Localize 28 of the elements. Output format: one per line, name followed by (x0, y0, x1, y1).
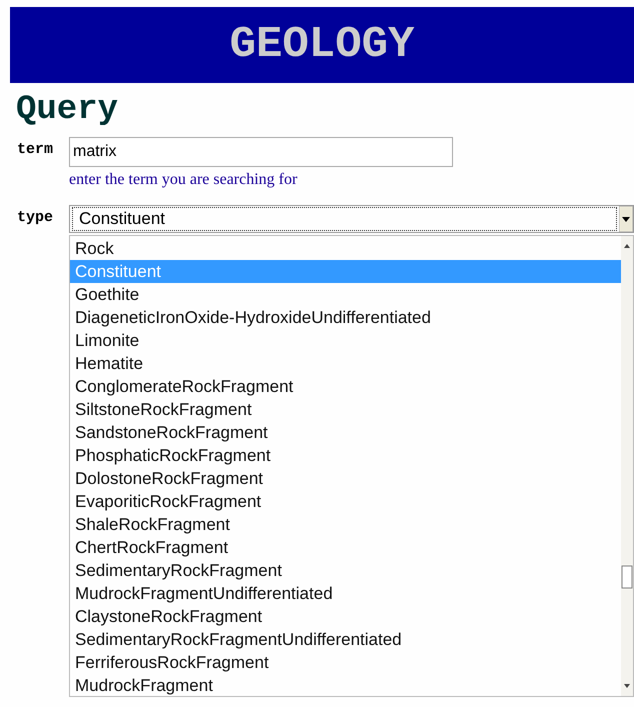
caret-icon (619, 206, 633, 232)
dropdown-option[interactable]: EvaporiticRockFragment (70, 490, 621, 513)
hint-text: enter the term you are searching for (69, 171, 298, 189)
input-field[interactable]: matrix (69, 137, 453, 167)
dropdown-option[interactable]: Limonite (70, 329, 621, 352)
dropdown-option[interactable]: DiageneticIronOxide-HydroxideUndifferentiated (70, 306, 621, 329)
dropdown-option[interactable]: PhosphaticRockFragment (70, 444, 621, 467)
field-label: term (16, 141, 54, 160)
dropdown-option[interactable]: FerriferousRockFragment (70, 651, 621, 674)
dropdown-option[interactable]: SiltstoneRockFragment (70, 398, 621, 421)
scrollbar[interactable] (621, 236, 633, 696)
dropdown-option[interactable]: ChertRockFragment (70, 536, 621, 559)
dropdown-option[interactable]: ClaystoneRockFragment (70, 605, 621, 628)
dropdown-option[interactable]: Rock (70, 237, 621, 260)
site-title: GEOLOGY (230, 20, 414, 70)
dropdown-option[interactable]: SedimentaryRockFragment (70, 559, 621, 582)
dropdown-option[interactable]: DolostoneRockFragment (70, 467, 621, 490)
page-heading: Query (16, 91, 120, 129)
dropdown-option[interactable]: MudrockFragment (70, 674, 621, 696)
dropdown-option[interactable]: ShaleRockFragment (70, 513, 621, 536)
field-label: type (16, 209, 54, 228)
dropdown-option[interactable]: SandstoneRockFragment (70, 421, 621, 444)
dropdown-option[interactable]: ConglomerateRockFragment (70, 375, 621, 398)
dropdown-option[interactable]: MudrockFragmentUndifferentiated (70, 582, 621, 605)
dropdown-option[interactable]: Hematite (70, 352, 621, 375)
dropdown-option[interactable]: SedimentaryRockFragmentUndifferentiated (70, 628, 621, 651)
dropdown-option[interactable]: Goethite (70, 283, 621, 306)
dropdown[interactable]: Constituent (69, 205, 634, 233)
